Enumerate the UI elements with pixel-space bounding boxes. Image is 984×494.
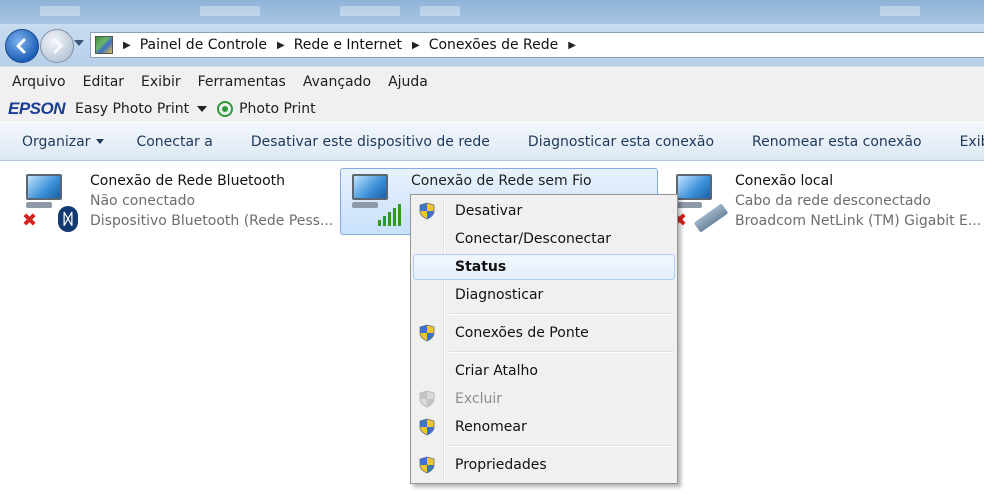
uac-shield-icon <box>419 202 435 220</box>
easy-photo-print-button[interactable]: Easy Photo Print <box>75 101 189 117</box>
command-bar: Organizar Conectar a Desativar este disp… <box>0 122 984 161</box>
menu-separator <box>449 351 673 353</box>
connection-name: Conexão local <box>735 173 834 189</box>
menu-item-label: Excluir <box>455 391 502 407</box>
monitor-base <box>676 202 702 208</box>
menu-bar: Arquivo Editar Exibir Ferramentas Avança… <box>0 66 984 96</box>
breadcrumb-item[interactable]: Painel de Controle <box>140 37 267 53</box>
breadcrumb-item[interactable]: Rede e Internet <box>294 37 402 53</box>
menu-item-conexoes-de-ponte[interactable]: Conexões de Ponte <box>413 320 675 346</box>
chevron-right-icon[interactable]: ▶ <box>277 40 285 51</box>
breadcrumb-item[interactable]: Conexões de Rede <box>429 37 559 53</box>
chevron-right-icon[interactable]: ▶ <box>568 40 576 51</box>
back-button[interactable] <box>5 29 39 63</box>
title-ghost <box>420 6 460 16</box>
disconnected-x-icon: ✖ <box>22 210 38 231</box>
title-ghost <box>40 6 80 16</box>
menu-separator <box>449 445 673 447</box>
title-ghost <box>340 6 400 16</box>
connect-to-button[interactable]: Conectar a <box>136 134 212 150</box>
photo-print-icon <box>217 100 234 117</box>
connection-status: Não conectado <box>90 193 196 209</box>
epson-toolbar: EPSON Easy Photo Print Photo Print <box>0 95 984 123</box>
menu-item-label: Conectar/Desconectar <box>455 231 612 247</box>
window-title-strip <box>0 0 984 24</box>
menu-separator <box>449 313 673 315</box>
control-panel-icon <box>95 36 113 54</box>
menu-item-status[interactable]: Status <box>413 254 675 280</box>
connection-name: Conexão de Rede Bluetooth <box>90 173 286 189</box>
chevron-down-icon[interactable] <box>96 139 105 144</box>
title-ghost <box>200 6 260 16</box>
menu-item-label: Desativar <box>455 203 523 219</box>
view-status-button[interactable]: Exibir o st <box>960 134 984 150</box>
monitor-base <box>352 202 378 208</box>
epson-logo: EPSON <box>8 98 66 118</box>
menu-item-label: Propriedades <box>455 457 547 473</box>
address-bar[interactable]: ▶ Painel de Controle ▶ Rede e Internet ▶… <box>90 32 984 58</box>
connection-local[interactable]: ✖ Conexão local Cabo da rede desconectad… <box>660 160 984 240</box>
monitor-screen <box>676 174 712 200</box>
menu-item-criar-atalho[interactable]: Criar Atalho <box>413 358 675 384</box>
menu-ajuda[interactable]: Ajuda <box>388 74 428 90</box>
menu-editar[interactable]: Editar <box>83 74 124 90</box>
chevron-right-icon[interactable]: ▶ <box>123 40 131 51</box>
chevron-right-icon[interactable]: ▶ <box>412 40 420 51</box>
menu-ferramentas[interactable]: Ferramentas <box>198 74 286 90</box>
context-menu: Desativar Conectar/Desconectar Status Di… <box>410 194 678 484</box>
menu-item-desativar[interactable]: Desativar <box>413 198 675 224</box>
forward-button[interactable] <box>40 29 74 63</box>
menu-item-excluir: Excluir <box>413 386 675 412</box>
menu-item-propriedades[interactable]: Propriedades <box>413 452 675 478</box>
connection-name: Conexão de Rede sem Fio <box>411 173 592 189</box>
menu-exibir[interactable]: Exibir <box>141 74 181 90</box>
diagnose-connection-button[interactable]: Diagnosticar esta conexão <box>528 134 714 150</box>
disable-device-button[interactable]: Desativar este dispositivo de rede <box>251 134 490 150</box>
breadcrumb: ▶ Painel de Controle ▶ Rede e Internet ▶… <box>119 37 585 53</box>
connection-status: Cabo da rede desconectado <box>735 193 931 209</box>
menu-item-diagnosticar[interactable]: Diagnosticar <box>413 282 675 308</box>
arrow-left-icon <box>16 38 26 54</box>
organize-button[interactable]: Organizar <box>22 134 90 150</box>
menu-item-label: Status <box>455 259 507 275</box>
title-ghost <box>880 6 920 16</box>
network-computer-icon <box>20 174 66 214</box>
uac-shield-icon <box>419 324 435 342</box>
menu-item-label: Criar Atalho <box>455 363 538 379</box>
menu-item-label: Diagnosticar <box>455 287 544 303</box>
bluetooth-icon: ᛞ <box>58 206 78 232</box>
menu-item-label: Conexões de Ponte <box>455 325 589 341</box>
uac-shield-icon <box>419 418 435 436</box>
connection-device: Dispositivo Bluetooth (Rede Pess... <box>90 213 334 229</box>
uac-shield-icon <box>419 390 435 408</box>
monitor-base <box>26 202 52 208</box>
connection-device: Broadcom NetLink (TM) Gigabit E... <box>735 213 982 229</box>
wifi-signal-icon <box>378 204 401 226</box>
menu-arquivo[interactable]: Arquivo <box>12 74 66 90</box>
monitor-screen <box>26 174 62 200</box>
menu-item-label: Renomear <box>455 419 527 435</box>
monitor-screen <box>352 174 388 200</box>
chevron-down-icon[interactable] <box>197 105 208 112</box>
arrow-right-icon <box>53 38 63 54</box>
uac-shield-icon <box>419 456 435 474</box>
recent-pages-dropdown[interactable] <box>74 40 84 46</box>
connection-bluetooth[interactable]: ✖ ᛞ Conexão de Rede Bluetooth Não conect… <box>0 160 334 240</box>
menu-item-conectar-desconectar[interactable]: Conectar/Desconectar <box>413 226 675 252</box>
photo-print-button[interactable]: Photo Print <box>239 101 316 117</box>
menu-item-renomear[interactable]: Renomear <box>413 414 675 440</box>
rename-connection-button[interactable]: Renomear esta conexão <box>752 134 922 150</box>
address-row: ▶ Painel de Controle ▶ Rede e Internet ▶… <box>0 24 984 66</box>
menu-avancado[interactable]: Avançado <box>303 74 371 90</box>
